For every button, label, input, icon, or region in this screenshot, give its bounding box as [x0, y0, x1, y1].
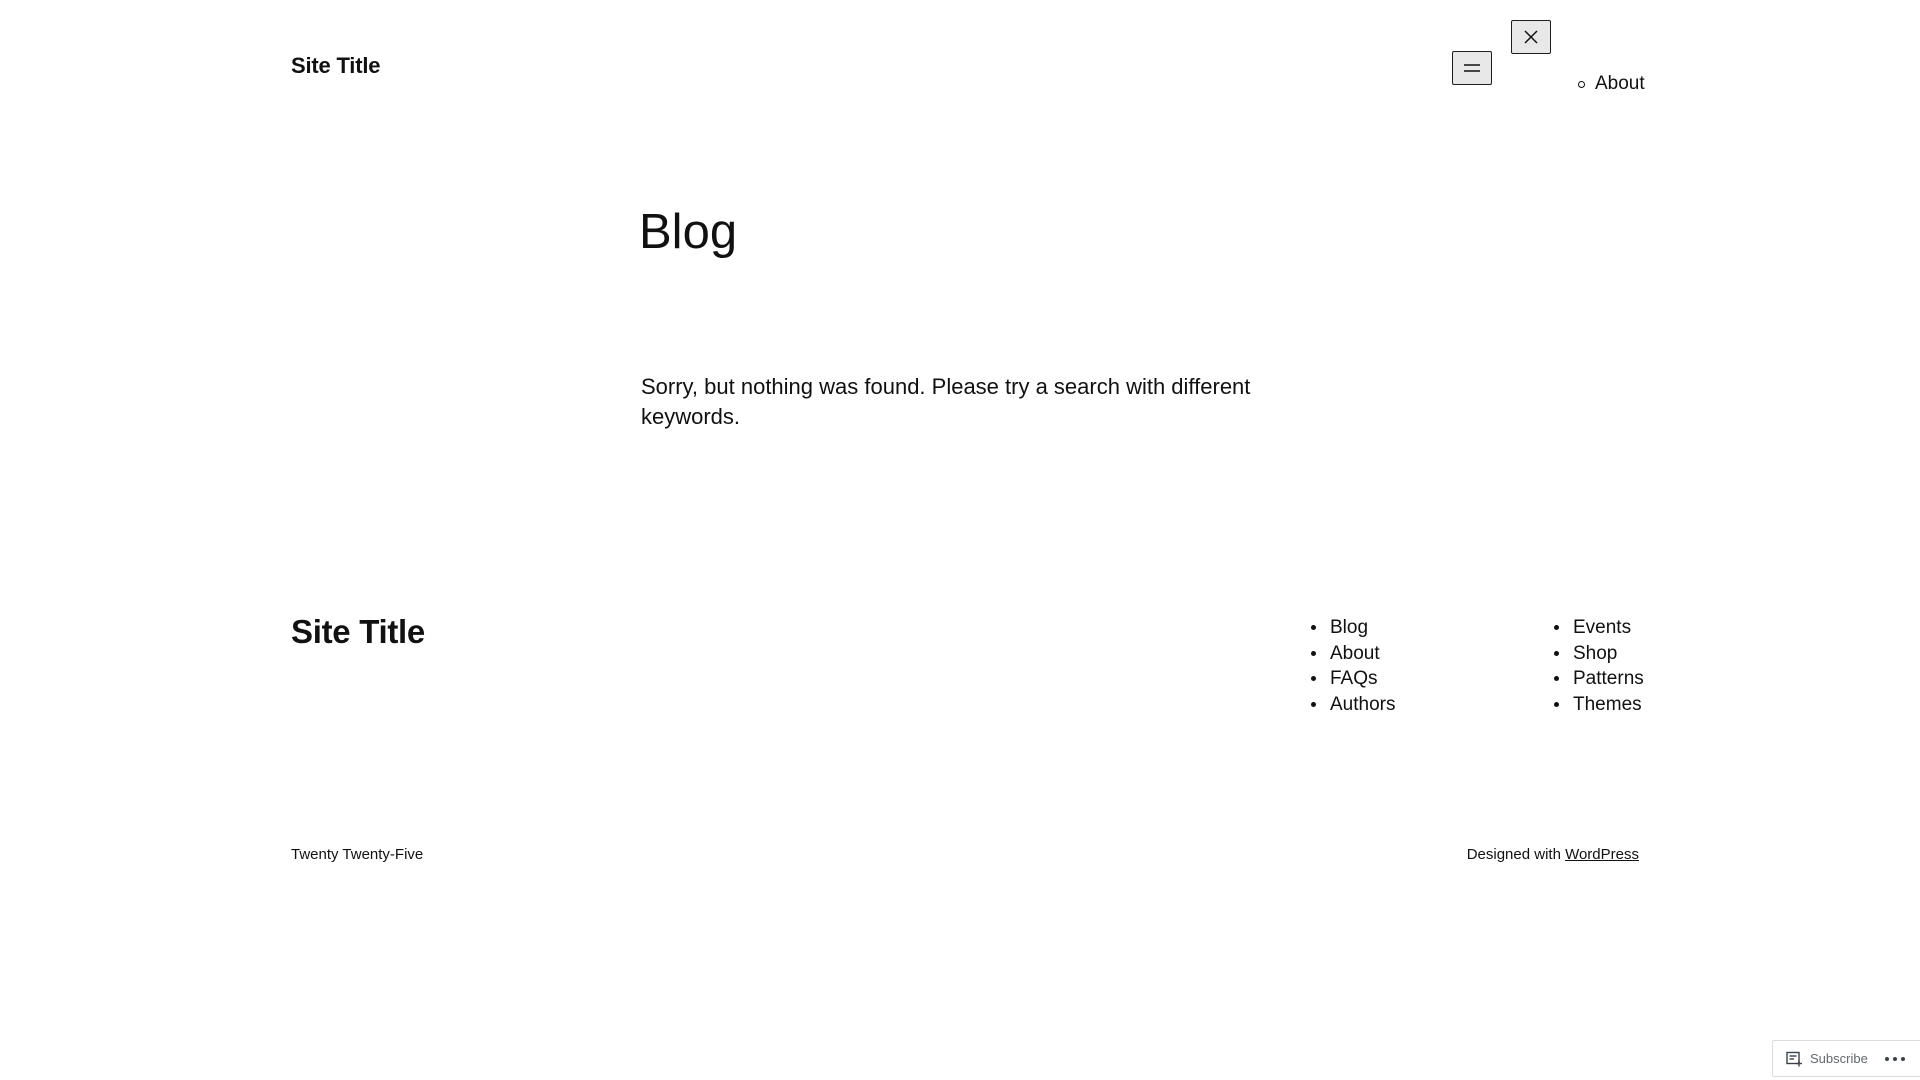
footer-nav-link-about[interactable]: About	[1330, 641, 1380, 667]
footer-nav-column-2: Events Shop Patterns Themes	[1554, 615, 1644, 717]
footer-nav-item: Patterns	[1554, 666, 1644, 692]
header-navigation: About	[1578, 73, 1645, 95]
list-bullet	[1311, 701, 1316, 707]
footer-nav-link-faqs[interactable]: FAQs	[1330, 666, 1378, 692]
menu-icon	[1464, 64, 1480, 72]
footer-nav-item: Shop	[1554, 641, 1644, 667]
footer-nav-link-events[interactable]: Events	[1573, 615, 1631, 641]
list-bullet	[1311, 676, 1316, 682]
subscribe-button[interactable]: Subscribe	[1786, 1051, 1868, 1067]
page-title: Blog	[639, 205, 738, 259]
ellipsis-icon	[1884, 1056, 1905, 1061]
footer-credit-text: Designed with	[1466, 846, 1561, 863]
footer-nav-link-themes[interactable]: Themes	[1573, 692, 1642, 718]
footer-credit: Designed with WordPress	[1467, 846, 1639, 863]
subscribe-label: Subscribe	[1810, 1051, 1868, 1066]
list-bullet	[1311, 650, 1316, 656]
wordpress-link[interactable]: WordPress	[1565, 846, 1639, 863]
list-bullet	[1554, 650, 1559, 656]
footer-site-title-link[interactable]: Site Title	[291, 613, 425, 651]
header-nav-link-about[interactable]: About	[1595, 73, 1645, 95]
open-menu-button[interactable]	[1452, 51, 1492, 85]
footer-nav-item: FAQs	[1311, 666, 1395, 692]
more-options-button[interactable]	[1884, 1049, 1905, 1069]
footer-nav-link-blog[interactable]: Blog	[1330, 615, 1368, 641]
reader-icon	[1786, 1051, 1802, 1066]
list-bullet	[1578, 80, 1585, 88]
footer-nav-column-1: Blog About FAQs Authors	[1311, 615, 1395, 717]
site-title-link[interactable]: Site Title	[291, 53, 380, 79]
footer-nav-item: Blog	[1311, 615, 1395, 641]
no-results-message: Sorry, but nothing was found. Please try…	[641, 374, 1251, 429]
footer-theme-name: Twenty Twenty-Five	[291, 846, 424, 863]
close-menu-button[interactable]	[1511, 20, 1551, 54]
footer-nav-item: About	[1311, 641, 1395, 667]
list-bullet	[1311, 625, 1316, 631]
footer-nav-item: Authors	[1311, 692, 1395, 718]
footer-nav-link-patterns[interactable]: Patterns	[1573, 666, 1644, 692]
list-bullet	[1554, 701, 1559, 707]
footer-nav-link-shop[interactable]: Shop	[1573, 641, 1617, 667]
footer-nav-item: Events	[1554, 615, 1644, 641]
close-icon	[1524, 30, 1538, 44]
header-nav-item-about: About	[1578, 73, 1645, 95]
footer-nav-item: Themes	[1554, 692, 1644, 718]
footer-nav-link-authors[interactable]: Authors	[1330, 692, 1395, 718]
subscribe-bar: Subscribe	[1772, 1040, 1920, 1077]
list-bullet	[1554, 625, 1559, 631]
list-bullet	[1554, 676, 1559, 682]
